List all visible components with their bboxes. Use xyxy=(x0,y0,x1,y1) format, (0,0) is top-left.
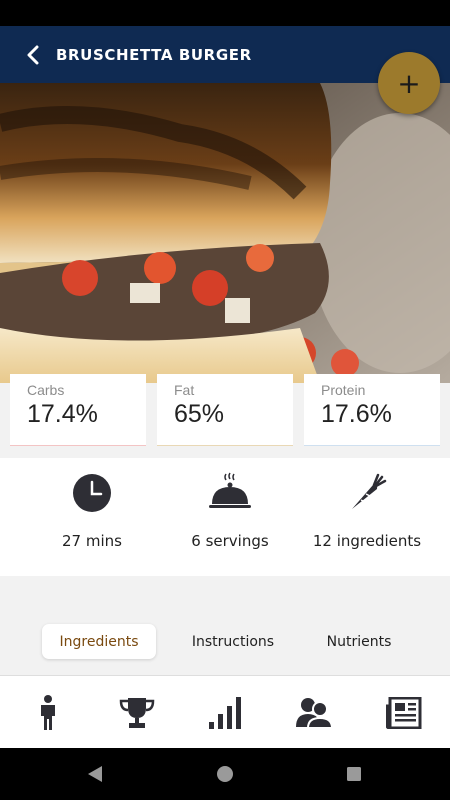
trophy-icon xyxy=(119,697,155,728)
news-icon xyxy=(386,696,422,729)
macro-label: Carbs xyxy=(27,382,65,398)
servings: 6 servings xyxy=(155,458,305,576)
triangle-back-icon xyxy=(88,766,102,782)
back-button[interactable] xyxy=(18,40,48,70)
back-arrow-icon xyxy=(27,45,39,64)
square-recents-icon xyxy=(347,767,361,781)
macro-value: 17.6% xyxy=(321,400,392,428)
nav-news[interactable] xyxy=(359,676,449,749)
circle-home-icon xyxy=(217,766,233,782)
bottom-navigation xyxy=(0,675,450,748)
recipe-photo xyxy=(0,83,450,383)
person-icon xyxy=(41,694,55,730)
macro-card-protein: Protein 17.6% xyxy=(304,374,440,446)
macro-value: 17.4% xyxy=(27,400,98,428)
ingredient-count-text: 12 ingredients xyxy=(312,532,422,550)
add-button[interactable]: + xyxy=(378,52,440,114)
clock-icon xyxy=(72,472,112,514)
plus-icon: + xyxy=(397,66,421,100)
cloche-icon xyxy=(208,472,252,514)
macro-card-fat: Fat 65% xyxy=(157,374,293,446)
tab-ingredients[interactable]: Ingredients xyxy=(42,624,156,659)
system-home-button[interactable] xyxy=(215,764,235,784)
page-title: BRUSCHETTA BURGER xyxy=(56,45,252,64)
nav-profile[interactable] xyxy=(3,676,93,749)
tab-instructions[interactable]: Instructions xyxy=(180,624,286,659)
nav-achievements[interactable] xyxy=(92,676,182,749)
macro-label: Protein xyxy=(321,382,366,398)
nav-stats[interactable] xyxy=(181,676,271,749)
carrot-icon xyxy=(347,472,387,514)
recipe-info-panel: 27 mins 6 servings 12 ingredients xyxy=(0,458,450,576)
macro-card-carbs: Carbs 17.4% xyxy=(10,374,146,446)
ingredient-count: 12 ingredients xyxy=(292,458,442,576)
stats-icon xyxy=(209,696,241,729)
cook-time: 27 mins xyxy=(17,458,167,576)
contacts-icon xyxy=(296,697,334,729)
tab-nutrients[interactable]: Nutrients xyxy=(315,624,403,659)
system-navigation-bar xyxy=(0,748,450,800)
macro-value: 65% xyxy=(174,400,225,428)
system-recents-button[interactable] xyxy=(344,764,364,784)
status-bar xyxy=(0,0,450,26)
system-back-button[interactable] xyxy=(85,764,105,784)
nav-contacts[interactable] xyxy=(270,676,360,749)
servings-text: 6 servings xyxy=(191,532,269,550)
macro-label: Fat xyxy=(174,382,195,398)
cook-time-text: 27 mins xyxy=(62,532,122,550)
